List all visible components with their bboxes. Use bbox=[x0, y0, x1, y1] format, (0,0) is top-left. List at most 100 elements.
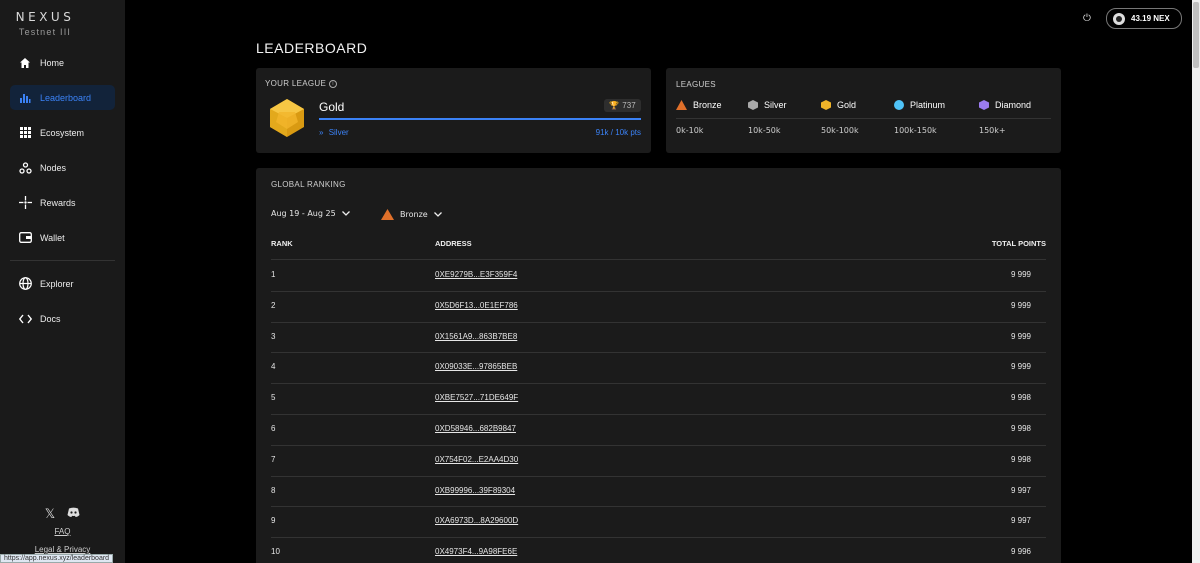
leagues-card: LEAGUES Bronze Silver Gold Platinum Diam… bbox=[666, 68, 1061, 153]
your-league-label: YOUR LEAGUE bbox=[265, 79, 327, 88]
sidebar-item-label: Wallet bbox=[40, 232, 65, 243]
current-league-name: Gold bbox=[319, 100, 345, 114]
points-cell: 9 998 bbox=[1010, 393, 1031, 403]
rank-cell: 5 bbox=[271, 393, 276, 403]
league-bronze: Bronze bbox=[676, 100, 722, 110]
league-range-bronze: 0k-10k bbox=[676, 126, 704, 135]
address-link[interactable]: 0X5D6F13...0E1EF786 bbox=[435, 301, 518, 310]
bronze-icon bbox=[381, 209, 394, 220]
rank-cell: 10 bbox=[271, 547, 280, 557]
address-link[interactable]: 0XE9279B...E3F359F4 bbox=[435, 270, 517, 279]
sidebar: NEXUS Testnet III Home Leaderboard Ecosy… bbox=[0, 0, 125, 563]
discord-icon[interactable] bbox=[67, 506, 80, 522]
sidebar-item-rewards[interactable]: Rewards bbox=[10, 190, 115, 215]
logo[interactable]: NEXUS Testnet III bbox=[0, 10, 90, 37]
address-link[interactable]: 0X754F02...E2AA4D30 bbox=[435, 455, 518, 464]
league-range-diamond: 150k+ bbox=[979, 126, 1006, 135]
league-progress-bar bbox=[319, 118, 641, 120]
sidebar-item-ecosystem[interactable]: Ecosystem bbox=[10, 120, 115, 145]
scrollbar[interactable] bbox=[1192, 0, 1200, 563]
sidebar-item-nodes[interactable]: Nodes bbox=[10, 155, 115, 180]
league-silver: Silver bbox=[748, 100, 787, 110]
sidebar-item-explorer[interactable]: Explorer bbox=[10, 271, 115, 296]
sidebar-item-home[interactable]: Home bbox=[10, 50, 115, 75]
league-name: Silver bbox=[764, 100, 787, 110]
sidebar-item-label: Explorer bbox=[40, 278, 74, 289]
sidebar-item-wallet[interactable]: Wallet bbox=[10, 225, 115, 250]
address-link[interactable]: 0XBE7527...71DE649F bbox=[435, 393, 518, 402]
sidebar-item-label: Leaderboard bbox=[40, 92, 92, 103]
table-row: 7 0X754F02...E2AA4D30 9 998 bbox=[271, 445, 1046, 476]
scrollbar-thumb[interactable] bbox=[1193, 2, 1199, 68]
rank-cell: 9 bbox=[271, 516, 276, 526]
sidebar-item-docs[interactable]: Docs bbox=[10, 306, 115, 331]
double-chevron-right-icon: » bbox=[319, 128, 324, 137]
chevron-down-icon bbox=[341, 211, 350, 216]
x-icon[interactable]: 𝕏 bbox=[45, 506, 55, 522]
social-links: 𝕏 bbox=[0, 506, 125, 522]
league-range-platinum: 100k-150k bbox=[894, 126, 937, 135]
date-range-dropdown[interactable]: Aug 19 - Aug 25 bbox=[271, 209, 350, 218]
address-link[interactable]: 0XB99996...39F89304 bbox=[435, 486, 515, 495]
bar-chart-icon bbox=[18, 91, 32, 105]
gold-icon bbox=[821, 100, 831, 110]
balance-button[interactable]: 43.19 NEX bbox=[1106, 8, 1182, 29]
faq-link[interactable]: FAQ bbox=[0, 527, 125, 536]
info-icon[interactable]: i bbox=[329, 79, 338, 88]
table-row: 1 0XE9279B...E3F359F4 9 999 bbox=[271, 260, 1046, 291]
page-title: LEADERBOARD bbox=[256, 40, 368, 56]
league-progress-fill bbox=[319, 118, 641, 120]
rank-cell: 3 bbox=[271, 331, 276, 341]
rank-cell: 4 bbox=[271, 362, 276, 372]
points-cell: 9 997 bbox=[1010, 485, 1031, 495]
rank-cell: 6 bbox=[271, 424, 276, 433]
league-platinum: Platinum bbox=[894, 100, 945, 110]
league-name: Diamond bbox=[995, 100, 1032, 110]
trophy-count: 737 bbox=[622, 101, 636, 110]
legal-link[interactable]: Legal & Privacy bbox=[0, 545, 125, 554]
table-row: 3 0X1561A9...863B7BE8 9 999 bbox=[271, 322, 1046, 353]
address-link[interactable]: 0XD58946...682B9847 bbox=[435, 424, 516, 433]
code-icon bbox=[18, 312, 32, 326]
nav-divider bbox=[10, 260, 115, 261]
rank-cell: 1 bbox=[271, 270, 276, 279]
next-league-name: Silver bbox=[328, 128, 349, 137]
points-cell: 9 999 bbox=[1010, 362, 1031, 372]
global-ranking-label: GLOBAL RANKING bbox=[271, 180, 346, 189]
column-header-address: ADDRESS bbox=[435, 239, 472, 248]
status-bar-url: https://app.nexus.xyz/leaderboard bbox=[0, 554, 114, 563]
power-icon[interactable]: ⏻ bbox=[1080, 12, 1094, 26]
points-cell: 9 997 bbox=[1010, 516, 1031, 526]
your-league-heading: YOUR LEAGUE i bbox=[265, 79, 338, 88]
global-ranking-card: GLOBAL RANKING Aug 19 - Aug 25 Bronze RA… bbox=[256, 168, 1061, 563]
table-row: 4 0X09033E...97865BEB 9 999 bbox=[271, 352, 1046, 383]
trophy-icon: 🏆 bbox=[609, 101, 620, 110]
trophy-badge: 🏆 737 bbox=[604, 99, 641, 112]
table-row: 9 0XA6973D...8A29600D 9 997 bbox=[271, 506, 1046, 537]
league-name: Platinum bbox=[910, 100, 946, 110]
address-link[interactable]: 0X4973F4...9A98FE6E bbox=[435, 547, 517, 556]
address-link[interactable]: 0XA6973D...8A29600D bbox=[435, 516, 518, 525]
rank-cell: 8 bbox=[271, 485, 276, 495]
sidebar-item-label: Docs bbox=[40, 313, 61, 324]
table-row: 6 0XD58946...682B9847 9 998 bbox=[271, 414, 1046, 445]
sidebar-item-leaderboard[interactable]: Leaderboard bbox=[10, 85, 115, 110]
next-league: » Silver bbox=[319, 128, 349, 137]
league-gold: Gold bbox=[821, 100, 856, 110]
date-range-value: Aug 19 - Aug 25 bbox=[271, 209, 336, 218]
sidebar-item-label: Rewards bbox=[40, 197, 76, 208]
balance-value: 43.19 NEX bbox=[1131, 14, 1170, 23]
leagues-label: LEAGUES bbox=[676, 80, 716, 89]
sidebar-item-label: Home bbox=[40, 57, 65, 68]
sidebar-item-label: Ecosystem bbox=[40, 127, 85, 138]
address-link[interactable]: 0X1561A9...863B7BE8 bbox=[435, 332, 517, 341]
league-name: Bronze bbox=[693, 100, 722, 110]
globe-icon bbox=[18, 277, 32, 291]
league-points: 91k / 10k pts bbox=[595, 128, 641, 137]
table-row: 10 0X4973F4...9A98FE6E 9 996 bbox=[271, 537, 1046, 563]
points-cell: 9 998 bbox=[1010, 454, 1031, 464]
league-filter-dropdown[interactable]: Bronze bbox=[381, 209, 442, 220]
address-link[interactable]: 0X09033E...97865BEB bbox=[435, 362, 517, 371]
points-cell: 9 999 bbox=[1010, 270, 1031, 279]
nodes-icon bbox=[18, 161, 32, 175]
